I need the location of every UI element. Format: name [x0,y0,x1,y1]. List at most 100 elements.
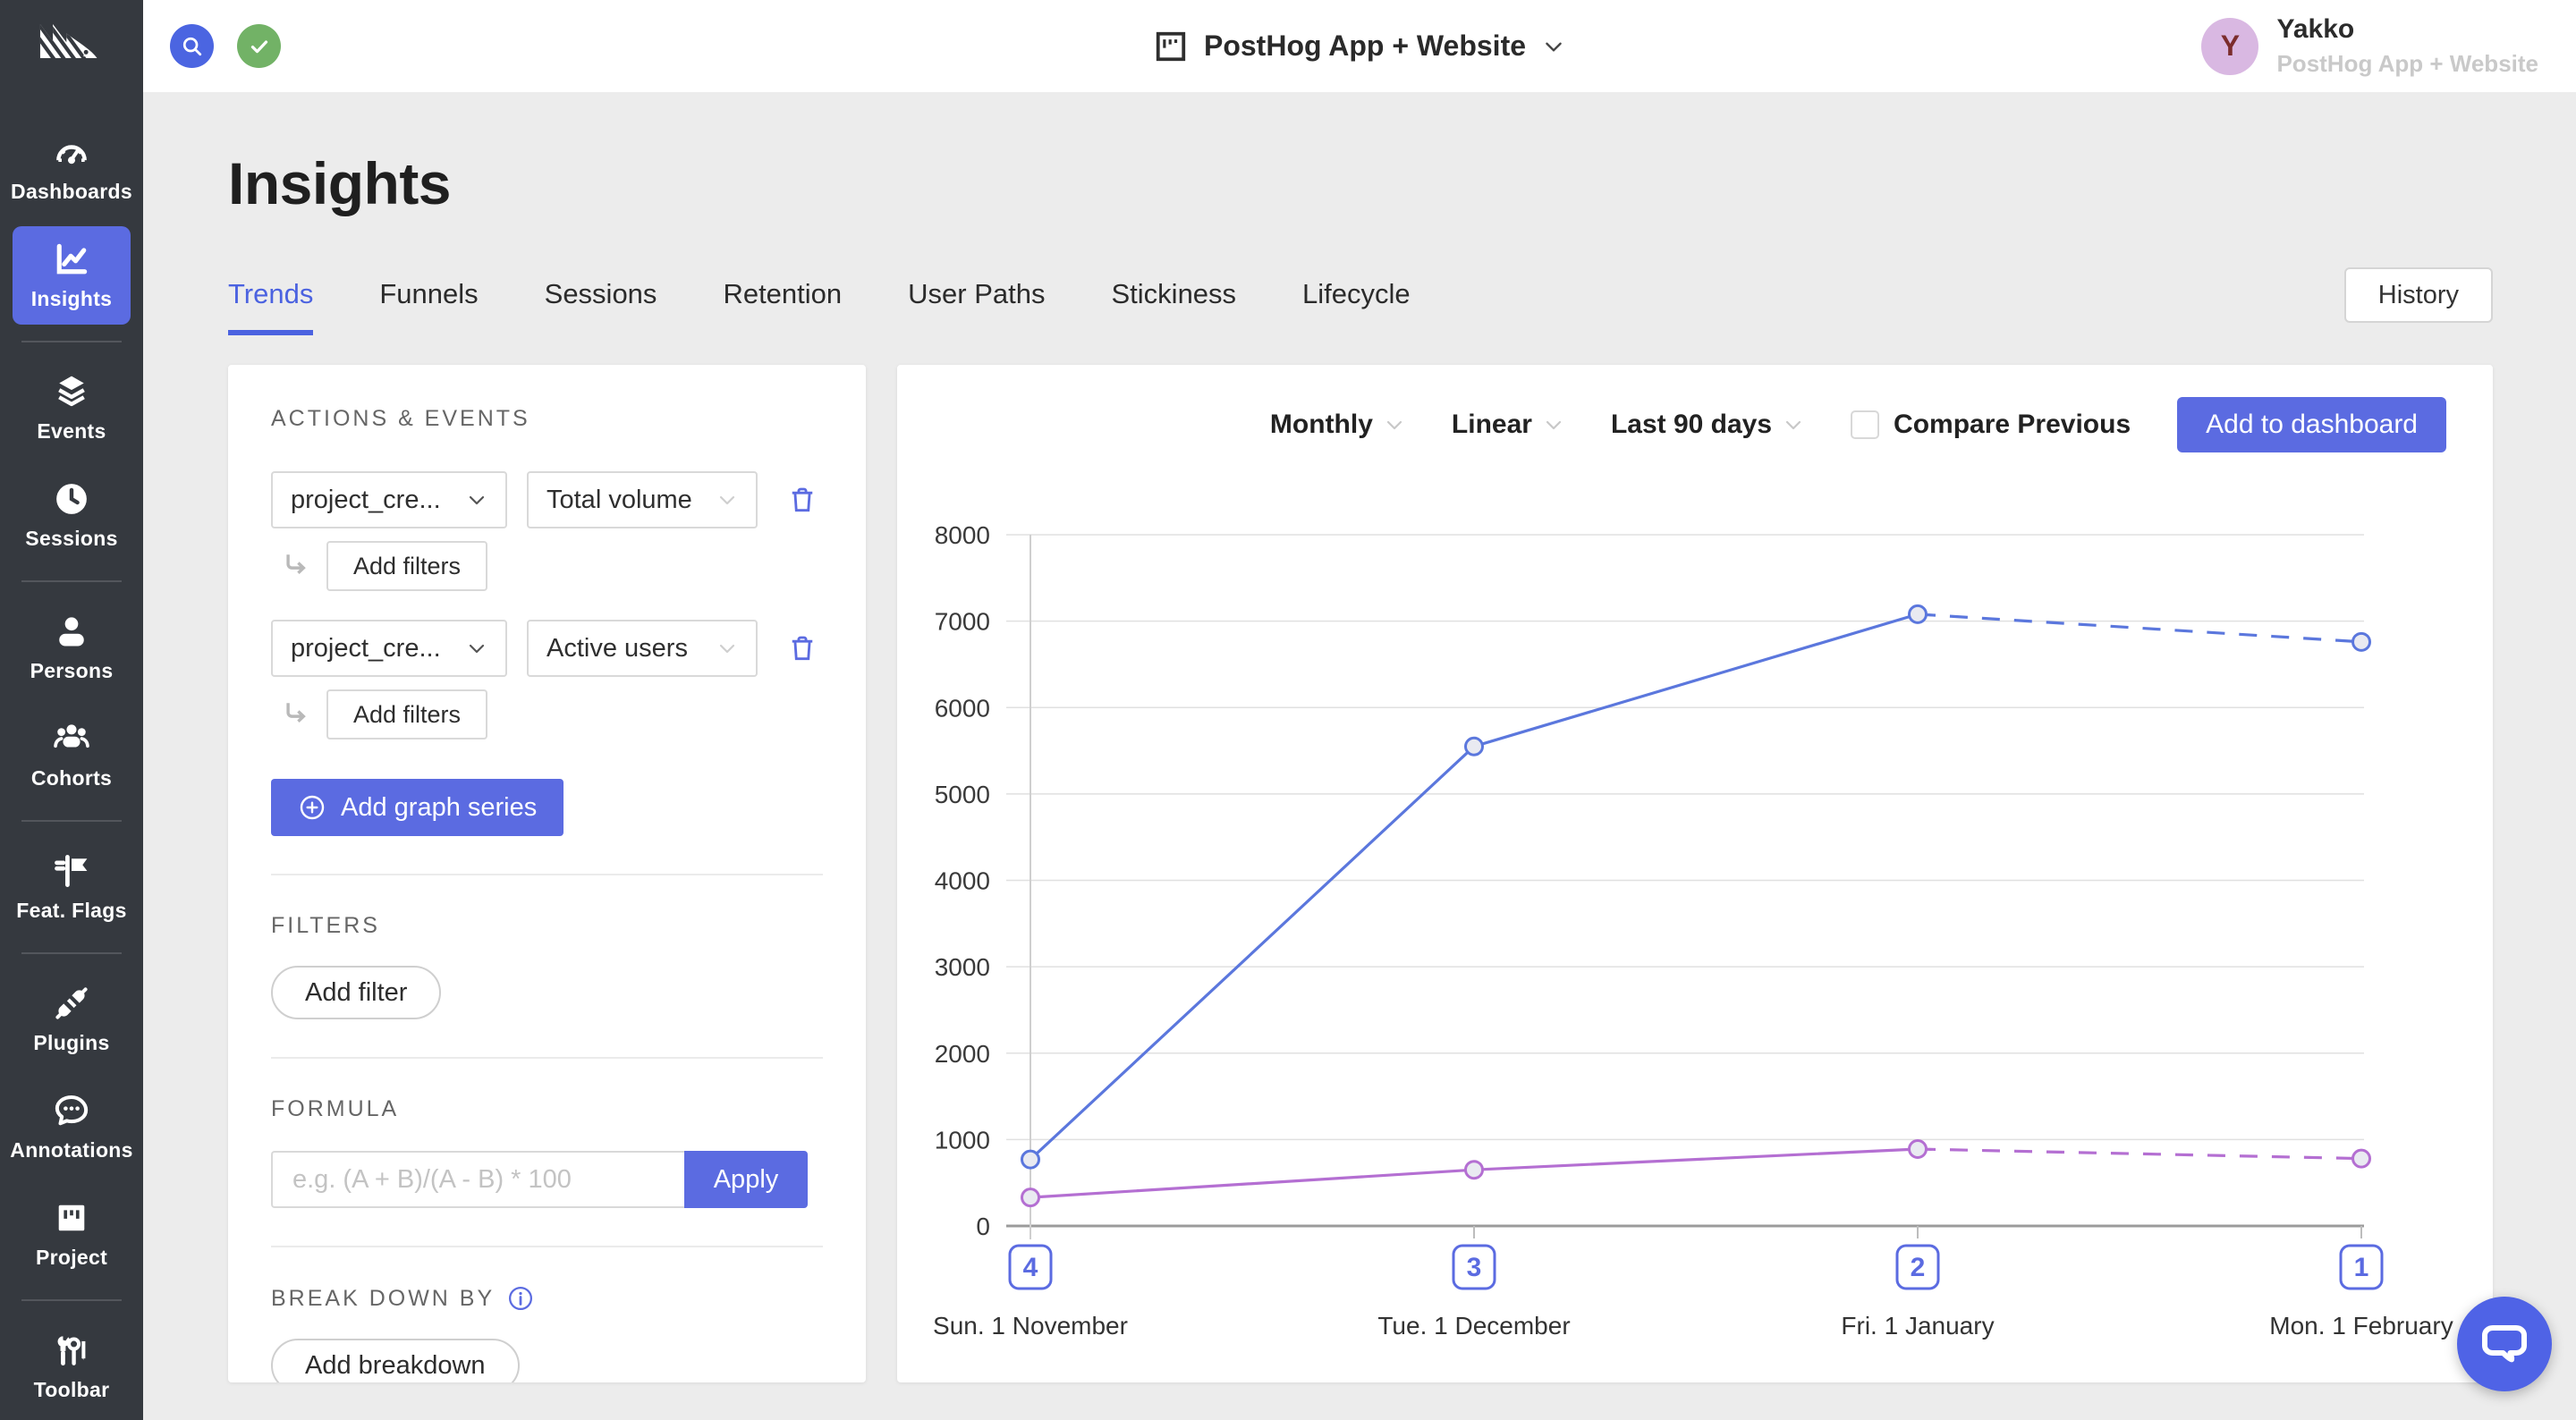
project-icon [1154,30,1188,63]
tab-funnels[interactable]: Funnels [379,278,478,335]
series-row-2: project_cre... Active users [271,620,823,677]
series-filters-line: Add filters [282,541,823,591]
sidebar-item-label: Plugins [33,1031,109,1055]
series-line-dashed [1918,1149,2361,1159]
sidebar-item-insights[interactable]: Insights [13,226,131,325]
formula-input[interactable] [271,1151,684,1208]
filters-heading: FILTERS [271,913,823,939]
add-filters-button[interactable]: Add filters [326,689,487,740]
add-to-dashboard-button[interactable]: Add to dashboard [2177,397,2446,452]
app-root: DashboardsInsightsEventsSessionsPersonsC… [0,0,2576,1420]
sidebar-item-label: Sessions [25,527,117,551]
tab-lifecycle[interactable]: Lifecycle [1302,278,1411,335]
sidebar-item-toolbar[interactable]: Toolbar [13,1317,131,1416]
apply-formula-button[interactable]: Apply [684,1151,808,1208]
tab-sessions[interactable]: Sessions [545,278,657,335]
chevron-down-icon [1384,414,1405,435]
data-point[interactable] [1022,1189,1039,1206]
y-tick-label: 3000 [935,953,990,981]
history-button[interactable]: History [2344,267,2493,323]
date-range-dropdown[interactable]: Last 90 days [1611,410,1804,440]
sidebar-item-persons[interactable]: Persons [13,598,131,697]
svg-text:2: 2 [1911,1253,1926,1282]
tab-user-paths[interactable]: User Paths [908,278,1045,335]
info-icon[interactable] [507,1285,534,1312]
page-content: Insights Trends Funnels Sessions Retention U… [143,92,2576,1420]
sidebar-item-project[interactable]: Project [13,1185,131,1283]
user-text: Yakko PostHog App + Website [2276,14,2538,78]
chevron-down-icon [466,638,487,659]
sidebar-item-annotations[interactable]: Annotations [13,1078,131,1176]
sidebar-item-label: Project [36,1246,107,1270]
event-select[interactable]: project_cre... [271,620,507,677]
compare-previous-checkbox[interactable]: Compare Previous [1851,410,2131,440]
svg-text:4: 4 [1023,1253,1038,1282]
project-selector[interactable]: PostHog App + Website [1154,30,1565,63]
sidebar-divider [21,1299,122,1301]
annotation-badge[interactable]: 4 [1010,1246,1051,1289]
formula-row: Apply [271,1151,823,1208]
people-group-icon [52,719,91,758]
sidebar-item-dashboards[interactable]: Dashboards [13,119,131,217]
tab-trends[interactable]: Trends [228,278,313,335]
add-filter-button[interactable]: Add filter [271,966,441,1019]
y-tick-label: 4000 [935,867,990,895]
user-org: PostHog App + Website [2276,50,2538,78]
delete-series-button[interactable] [786,484,818,516]
x-axis-label: Mon. 1 February [2269,1312,2453,1340]
data-point[interactable] [1466,738,1483,755]
posthog-logo[interactable] [0,0,143,84]
status-check-button[interactable] [237,24,281,68]
math-select[interactable]: Total volume [527,471,758,528]
svg-text:1: 1 [2354,1253,2369,1282]
annotation-badge[interactable]: 3 [1453,1246,1495,1289]
data-point[interactable] [1910,605,1927,622]
chevron-down-icon [716,489,738,511]
add-breakdown-button[interactable]: Add breakdown [271,1339,520,1382]
interval-dropdown[interactable]: Monthly [1270,410,1405,440]
data-point[interactable] [1466,1162,1483,1179]
data-point[interactable] [1910,1141,1927,1158]
tabs-row: Trends Funnels Sessions Retention User Paths… [228,267,2493,335]
event-select[interactable]: project_cre... [271,471,507,528]
dashboard-gauge-icon [52,132,91,172]
annotation-badge[interactable]: 1 [2341,1246,2382,1289]
chevron-down-icon [1542,35,1565,58]
add-filters-button[interactable]: Add filters [326,541,487,591]
data-point[interactable] [2353,633,2370,650]
trends-chart-card: Monthly Linear Last 90 days [897,365,2493,1382]
series-rows: project_cre... Total volume Add filters pro… [271,471,823,740]
search-button[interactable] [170,24,214,68]
actions-events-heading: ACTIONS & EVENTS [271,406,823,432]
sidebar-item-sessions[interactable]: Sessions [13,466,131,564]
user-menu[interactable]: Y Yakko PostHog App + Website [2201,14,2538,78]
sidebar-item-label: Persons [30,659,114,683]
annotation-badge[interactable]: 2 [1897,1246,1938,1289]
project-frame-icon [52,1198,91,1238]
data-point[interactable] [1022,1151,1039,1168]
sidebar-item-plugins[interactable]: Plugins [13,970,131,1069]
display-type-dropdown[interactable]: Linear [1452,410,1564,440]
sidebar-item-events[interactable]: Events [13,359,131,457]
sidebar-item-feat-flags[interactable]: Feat. Flags [13,838,131,936]
date-range-label: Last 90 days [1611,410,1772,440]
series-row-1: project_cre... Total volume [271,471,823,528]
sidebar-item-cohorts[interactable]: Cohorts [13,706,131,804]
data-point[interactable] [2353,1150,2370,1167]
math-select[interactable]: Active users [527,620,758,677]
sidebar-item-label: Annotations [10,1138,132,1162]
math-select-value: Active users [547,634,688,664]
add-graph-series-button[interactable]: Add graph series [271,779,564,836]
page-title: Insights [228,149,2493,217]
delete-series-button[interactable] [786,632,818,664]
plus-circle-icon [298,793,326,822]
svg-text:3: 3 [1467,1253,1482,1282]
chat-fab-button[interactable] [2457,1297,2552,1391]
plug-icon [52,984,91,1023]
formula-heading: FORMULA [271,1096,823,1122]
tab-stickiness[interactable]: Stickiness [1112,278,1237,335]
y-tick-label: 0 [976,1213,990,1240]
tab-retention[interactable]: Retention [723,278,842,335]
breakdown-heading-row: BREAK DOWN BY [271,1285,823,1312]
person-icon [52,612,91,651]
